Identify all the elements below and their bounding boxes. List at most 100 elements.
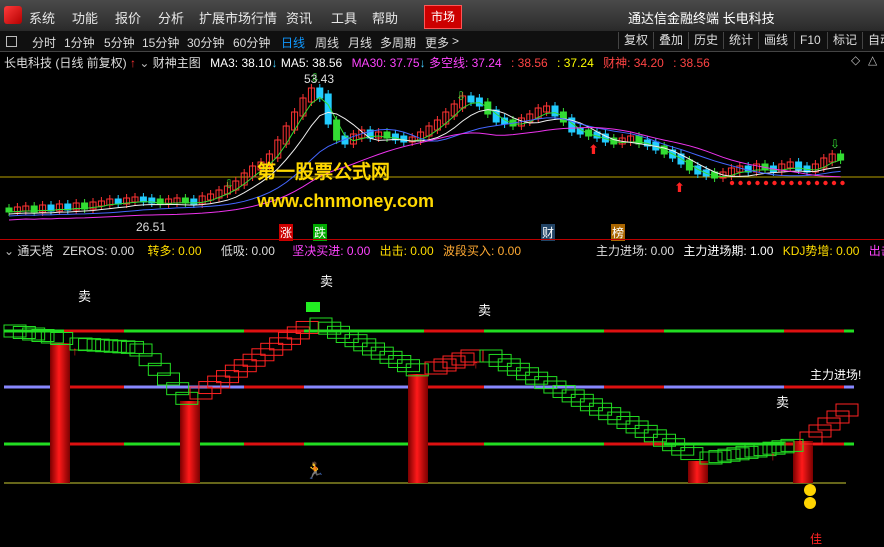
smiley-icon [804, 484, 816, 509]
period-tab-15min[interactable]: 15分钟 [142, 34, 179, 51]
candle-body [837, 153, 845, 161]
stair-box [78, 338, 102, 352]
app-title: 通达信金融终端 长电科技 [628, 11, 775, 26]
period-tab-month[interactable]: 月线 [348, 34, 372, 51]
sub-chart[interactable]: ↑ ↑ ↑ 🏃 [0, 258, 884, 546]
main-chart-header: 长电科技 (日线 前复权) ↑ ⌄ 财神主图 MA3: 38.10↓ MA5: … [4, 54, 716, 71]
period-tab-1min[interactable]: 1分钟 [64, 34, 95, 51]
up-arrow-icon: ⬆ [674, 180, 685, 195]
chevron-down-icon[interactable]: ⌄ [4, 244, 14, 258]
tool-biaoji[interactable]: 标记 [827, 32, 862, 49]
signal-dot [797, 180, 803, 186]
menu-ext-market[interactable]: 扩展市场行情 [199, 8, 277, 27]
indicator-value-1: : 38.56 [511, 56, 548, 70]
tool-huaxian[interactable]: 画线 [758, 32, 793, 49]
stair-box [344, 334, 368, 348]
jia-label: 佳 [810, 532, 823, 546]
chuji-value: 出击: 0.00 [379, 244, 434, 258]
main-chart[interactable]: ⇩ ⇩ ⇩ ⇩ ⬆ ⬆ [0, 70, 884, 240]
period-tab-week[interactable]: 周线 [315, 34, 339, 51]
app-logo-icon [4, 6, 22, 24]
market-button[interactable]: 市场 [424, 5, 463, 29]
stair-box [224, 364, 248, 378]
tool-fuquan[interactable]: 复权 [618, 32, 653, 49]
red-bar [180, 401, 200, 483]
kdj-value: KDJ势增: 0.00 [782, 244, 860, 258]
menu-analysis[interactable]: 分析 [158, 8, 184, 27]
stair-box [260, 342, 284, 356]
candle-body [475, 97, 483, 107]
tool-zidong[interactable]: 自动 [862, 32, 884, 49]
runner-icon: 🏃 [305, 461, 325, 480]
period-tab-more[interactable]: 更多 [425, 34, 449, 51]
dixi-value: 低吸: 0.00 [220, 244, 275, 258]
sell-signal-icon: ⇩ [830, 137, 840, 151]
ma3-value: MA3: 38.10 [210, 56, 272, 70]
signal-dot [763, 180, 769, 186]
down-arrow-icon: ↓ [271, 56, 278, 70]
candle-body [559, 111, 567, 123]
menu-quote[interactable]: 报价 [115, 8, 141, 27]
period-tab-30min[interactable]: 30分钟 [187, 34, 224, 51]
tool-tongji[interactable]: 统计 [723, 32, 758, 49]
sell-signal-icon: ⇩ [456, 89, 466, 103]
period-bar: 分时 1分钟 5分钟 15分钟 30分钟 60分钟 日线 周线 月线 多周期 更… [0, 31, 884, 52]
signal-dots [729, 180, 845, 186]
stair-box [286, 326, 310, 340]
sub-indicator-name[interactable]: 通天塔 [17, 244, 53, 258]
main-indicator-name[interactable]: 财神主图 [153, 56, 201, 70]
stair-box [835, 403, 859, 417]
sell-label: 卖 [776, 395, 790, 410]
stair-box [808, 424, 832, 438]
menu-system[interactable]: 系统 [29, 8, 55, 27]
signal-dot [831, 180, 837, 186]
period-tab-fenshi[interactable]: 分时 [32, 34, 56, 51]
signal-dot [755, 180, 760, 186]
period-tab-5min[interactable]: 5分钟 [104, 34, 135, 51]
stair-box [233, 359, 257, 373]
staircase-boxes [3, 317, 859, 465]
menu-function[interactable]: 功能 [72, 8, 98, 27]
more-arrow-icon[interactable]: > [452, 34, 459, 48]
jianjue-value: 坚决买进: 0.00 [292, 244, 371, 258]
red-bars [50, 343, 813, 483]
chevron-down-icon[interactable]: ⌄ [139, 56, 149, 70]
stair-box [147, 362, 171, 376]
stair-box [86, 338, 110, 352]
diamond-icon[interactable]: ◇ [851, 53, 860, 67]
period-tab-multi[interactable]: 多周期 [380, 34, 416, 51]
up-arrow-icon: ⬆ [588, 142, 599, 157]
signal-dot [746, 180, 752, 186]
period-tab-60min[interactable]: 60分钟 [233, 34, 270, 51]
tool-diejia[interactable]: 叠加 [653, 32, 688, 49]
signal-dot [840, 180, 845, 186]
menu-news[interactable]: 资讯 [286, 8, 312, 27]
stair-box [129, 343, 153, 357]
boduan-value: 波段买入: 0.00 [442, 244, 522, 258]
stair-box [388, 355, 412, 368]
signal-dot [823, 180, 828, 186]
stair-box [277, 331, 301, 345]
tool-lishi[interactable]: 历史 [688, 32, 723, 49]
sell-label: 卖 [78, 289, 92, 304]
stair-box [370, 346, 394, 360]
sub-chart-header-right: 主力进场: 0.00 主力进场期: 1.00 KDJ势增: 0.00 出击 [596, 242, 884, 259]
tool-f10[interactable]: F10 [794, 32, 826, 49]
triangle-up-icon[interactable]: △ [868, 53, 877, 67]
stair-box [397, 359, 420, 373]
menu-tools[interactable]: 工具 [331, 8, 357, 27]
stair-box [166, 382, 190, 396]
signal-dot [789, 180, 794, 186]
watermark-title: 第一股票公式网 [257, 162, 391, 183]
zhulip-value: 主力进场期: 1.00 [683, 244, 774, 258]
panel-toggle-icon[interactable] [6, 36, 17, 47]
green-signal-box [306, 302, 320, 312]
menu-help[interactable]: 帮助 [372, 8, 398, 27]
period-tab-day[interactable]: 日线 [281, 34, 305, 51]
stair-box [269, 337, 293, 351]
indicator-value-2: : 37.24 [557, 56, 594, 70]
up-arrow-icon: ↑ [130, 56, 137, 70]
stair-box [817, 417, 841, 431]
candle-body [551, 105, 559, 117]
panel-divider [0, 239, 884, 240]
